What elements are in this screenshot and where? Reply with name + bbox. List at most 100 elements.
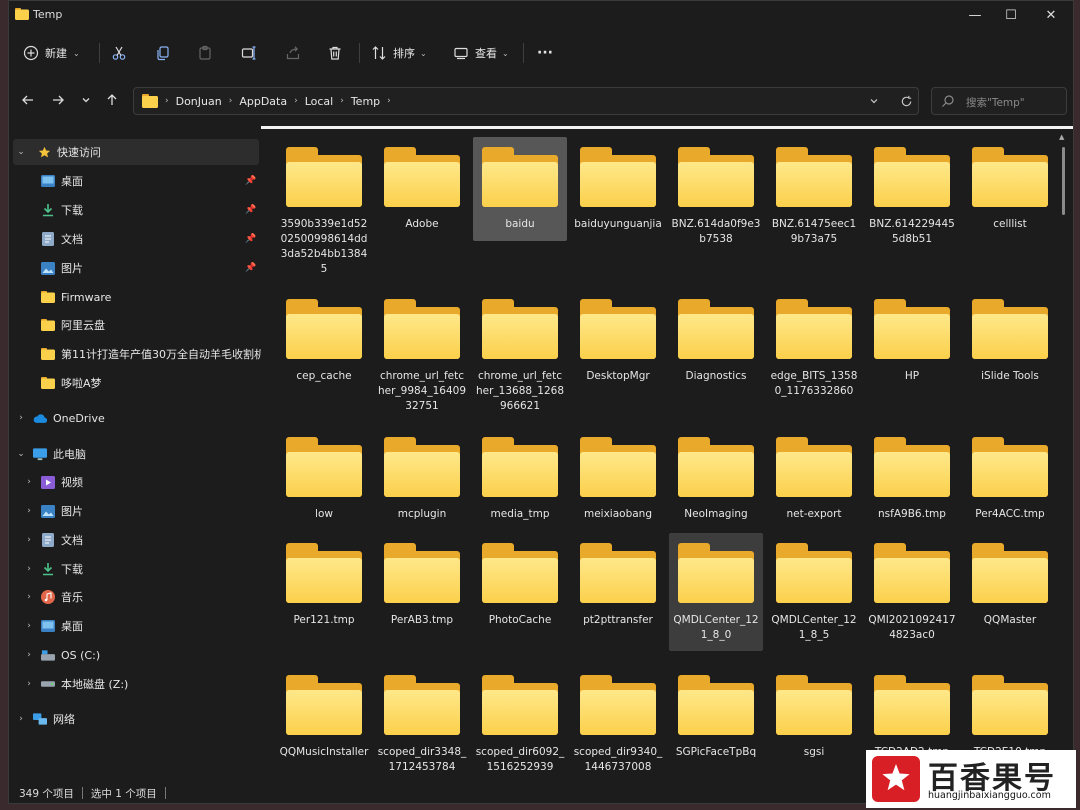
folder-item[interactable]: PhotoCache <box>473 533 567 628</box>
sidebar-item-drive-z[interactable]: › 本地磁盘 (Z:) <box>9 671 261 697</box>
scroll-up-icon[interactable]: ▲ <box>1059 133 1064 141</box>
breadcrumb-item[interactable]: Local <box>305 95 334 108</box>
up-button[interactable] <box>101 89 123 111</box>
back-button[interactable] <box>17 89 39 111</box>
folder-icon <box>678 437 754 497</box>
paste-button[interactable] <box>197 39 213 67</box>
sidebar-item-pc-documents[interactable]: › 文档 <box>9 527 261 553</box>
folder-item[interactable]: media_tmp <box>473 427 567 522</box>
cut-button[interactable] <box>111 39 127 67</box>
folder-item[interactable]: QQMusicInstaller <box>277 665 371 760</box>
folder-item[interactable]: Per4ACC.tmp <box>963 427 1057 522</box>
search-icon <box>942 95 954 107</box>
sidebar-item-videos[interactable]: › 视频 <box>9 469 261 495</box>
minimize-button[interactable]: — <box>955 1 995 29</box>
sidebar-item-label: OneDrive <box>53 411 105 425</box>
sidebar-item-aliyun[interactable]: 阿里云盘 <box>9 312 261 338</box>
folder-item[interactable]: QMI20210924174823ac0 <box>865 533 959 643</box>
folder-item[interactable]: baiduyunguanjia <box>571 137 665 232</box>
folder-item[interactable]: TCD2AD2.tmp <box>865 665 959 760</box>
sidebar-item-downloads[interactable]: 下载 📌 <box>9 197 261 223</box>
sidebar-item-pictures[interactable]: 图片 📌 <box>9 255 261 281</box>
breadcrumb-item[interactable]: AppData <box>239 95 287 108</box>
picture-icon <box>41 504 55 518</box>
folder-item[interactable]: meixiaobang <box>571 427 665 522</box>
folder-item[interactable]: edge_BITS_13580_1176332860 <box>767 289 861 399</box>
sidebar-item-music[interactable]: › 音乐 <box>9 584 261 610</box>
folder-item[interactable]: pt2pttransfer <box>571 533 665 628</box>
folder-item[interactable]: celllist <box>963 137 1057 232</box>
folder-item[interactable]: low <box>277 427 371 522</box>
folder-item[interactable]: scoped_dir3348_1712453784 <box>375 665 469 775</box>
view-button[interactable]: 查看 ⌄ <box>453 39 509 67</box>
folder-item[interactable]: scoped_dir9340_1446737008 <box>571 665 665 775</box>
folder-item[interactable]: HP <box>865 289 959 384</box>
breadcrumb-item[interactable]: DonJuan <box>176 95 222 108</box>
recent-locations-button[interactable] <box>75 89 97 111</box>
folder-icon <box>678 675 754 735</box>
folder-item[interactable]: iSlide Tools <box>963 289 1057 384</box>
folder-item[interactable]: chrome_url_fetcher_9984_1640932751 <box>375 289 469 414</box>
forward-button[interactable] <box>47 89 69 111</box>
folder-item[interactable]: QMDLCenter_121_8_5 <box>767 533 861 643</box>
sidebar-item-this-pc[interactable]: ⌄ 此电脑 <box>9 441 261 467</box>
sidebar-item-quick-access[interactable]: ⌄ 快速访问 <box>13 139 259 165</box>
sidebar-item-onedrive[interactable]: › OneDrive <box>9 405 261 431</box>
new-button[interactable]: 新建 ⌄ <box>23 39 80 67</box>
copy-button[interactable] <box>155 39 171 67</box>
folder-item[interactable]: QMDLCenter_121_8_0 <box>669 533 763 651</box>
breadcrumb-item[interactable]: Temp <box>351 95 380 108</box>
folder-item[interactable]: baidu <box>473 137 567 241</box>
more-button[interactable]: ··· <box>537 39 553 67</box>
sidebar-item-folder-11[interactable]: 第11计打造年产值30万全自动羊毛收割机 <box>9 341 261 367</box>
folder-item[interactable]: cep_cache <box>277 289 371 384</box>
vertical-scrollbar[interactable] <box>1062 147 1065 215</box>
picture-icon <box>41 261 55 275</box>
folder-item[interactable]: BNZ.61475eec19b73a75 <box>767 137 861 247</box>
sidebar-item-doraemon[interactable]: 哆啦A梦 <box>9 370 261 396</box>
search-input[interactable]: 搜索"Temp" <box>931 87 1067 115</box>
share-button[interactable] <box>285 39 301 67</box>
address-bar[interactable]: › DonJuan › AppData › Local › Temp › <box>133 87 919 115</box>
sidebar-item-pc-pictures[interactable]: › 图片 <box>9 498 261 524</box>
folder-item[interactable]: net-export <box>767 427 861 522</box>
star-icon <box>37 145 51 159</box>
folder-item[interactable]: PerAB3.tmp <box>375 533 469 628</box>
chevron-right-icon: › <box>340 96 344 106</box>
folder-item[interactable]: BNZ.614da0f9e3b7538 <box>669 137 763 247</box>
folder-item[interactable]: 3590b339e1d5202500998614dd3da52b4bb13845 <box>277 137 371 277</box>
sidebar-item-drive-c[interactable]: › OS (C:) <box>9 642 261 668</box>
folder-item[interactable]: Per121.tmp <box>277 533 371 628</box>
folder-name: edge_BITS_13580_1176332860 <box>770 370 858 397</box>
sort-button[interactable]: 排序 ⌄ <box>371 39 427 67</box>
folder-item[interactable]: TCD2E10.tmp <box>963 665 1057 760</box>
folder-item[interactable]: QQMaster <box>963 533 1057 628</box>
folder-item[interactable]: scoped_dir6092_1516252939 <box>473 665 567 775</box>
arrow-right-icon <box>53 95 64 105</box>
folder-item[interactable]: SGPicFaceTpBq <box>669 665 763 760</box>
folder-item[interactable]: mcplugin <box>375 427 469 522</box>
folder-item[interactable]: DesktopMgr <box>571 289 665 384</box>
refresh-button[interactable] <box>900 88 913 114</box>
folder-name: BNZ.6142294455d8b51 <box>869 218 955 245</box>
sidebar-item-pc-desktop[interactable]: › 桌面 <box>9 613 261 639</box>
rename-button[interactable] <box>241 39 257 67</box>
folder-item[interactable]: sgsi <box>767 665 861 760</box>
sidebar-item-desktop[interactable]: 桌面 📌 <box>9 168 261 194</box>
folder-item[interactable]: Diagnostics <box>669 289 763 384</box>
download-icon <box>41 203 55 217</box>
folder-item[interactable]: Adobe <box>375 137 469 232</box>
folder-item[interactable]: BNZ.6142294455d8b51 <box>865 137 959 247</box>
address-history-button[interactable] <box>868 88 880 114</box>
folder-item[interactable]: NeoImaging <box>669 427 763 522</box>
folder-item[interactable]: chrome_url_fetcher_13688_1268966621 <box>473 289 567 414</box>
close-button[interactable]: ✕ <box>1031 1 1071 29</box>
maximize-button[interactable]: ☐ <box>991 1 1031 29</box>
sidebar-item-network[interactable]: › 网络 <box>9 706 261 732</box>
title-bar[interactable]: Temp — ☐ ✕ <box>9 1 1073 29</box>
folder-item[interactable]: nsfA9B6.tmp <box>865 427 959 522</box>
sidebar-item-firmware[interactable]: Firmware <box>9 284 261 310</box>
sidebar-item-pc-downloads[interactable]: › 下载 <box>9 556 261 582</box>
sidebar-item-documents[interactable]: 文档 📌 <box>9 226 261 252</box>
delete-button[interactable] <box>327 39 343 67</box>
